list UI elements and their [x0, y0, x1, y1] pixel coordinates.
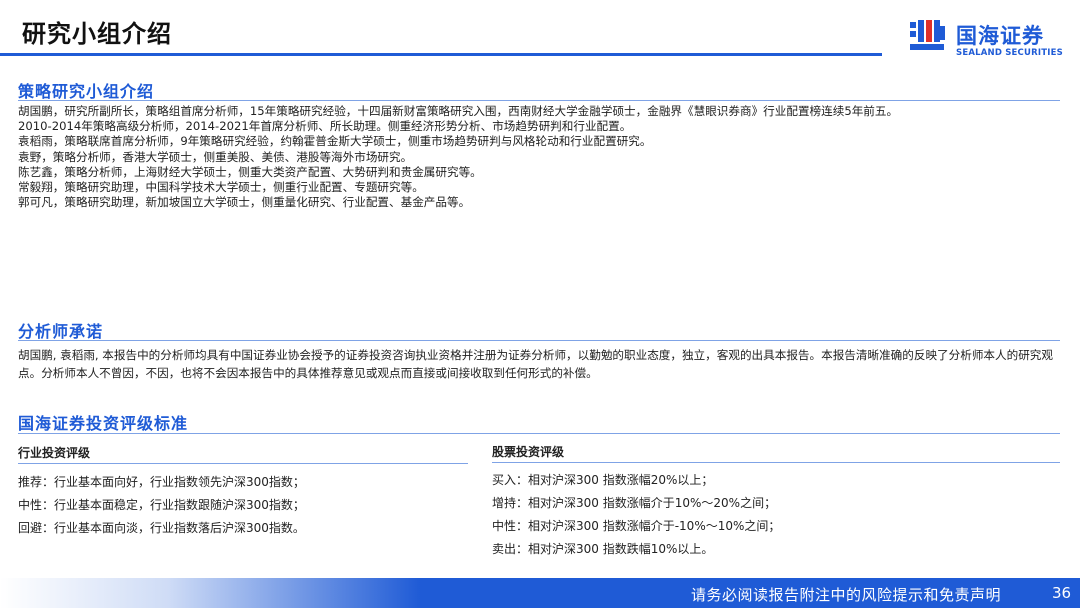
page-title: 研究小组介绍 [22, 20, 172, 48]
team-line: 常毅翔，策略研究助理，中国科学技术大学硕士，侧重行业配置、专题研究等。 [18, 180, 424, 195]
industry-rating-rule [18, 463, 468, 464]
page-header: 研究小组介绍 国海证券 SEALAND SECURITIES [0, 0, 1080, 60]
industry-rating-title: 行业投资评级 [18, 446, 91, 460]
title-underline [0, 53, 882, 56]
footer-disclaimer: 请务必阅读报告附注中的风险提示和免责声明 [691, 586, 1002, 604]
team-line: 袁稻雨，策略联席首席分析师，9年策略研究经验，约翰霍普金斯大学硕士，侧重市场趋势… [18, 134, 652, 149]
stock-rating-rule [492, 462, 1060, 463]
team-line: 2010-2014年策略高级分析师，2014-2021年首席分析师、所长助理。侧… [18, 119, 632, 134]
industry-rating-item: 中性：行业基本面稳定，行业指数跟随沪深300指数； [18, 498, 305, 512]
logo-text-cn: 国海证券 [956, 24, 1044, 48]
team-heading-rule [18, 100, 1060, 101]
team-heading: 策略研究小组介绍 [18, 82, 155, 101]
pledge-heading-rule [18, 340, 1060, 341]
stock-rating-item: 增持：相对沪深300 指数涨幅介于10%～20%之间； [492, 496, 777, 510]
team-intro: 胡国鹏，研究所副所长，策略组首席分析师，15年策略研究经验，十四届新财富策略研究… [18, 104, 1068, 210]
stock-rating-item: 卖出：相对沪深300 指数跌幅10%以上。 [492, 542, 714, 556]
sealand-logo-icon [910, 20, 945, 50]
page-number: 36 [1052, 584, 1072, 602]
rating-heading-rule [18, 433, 1060, 434]
team-line: 郭可凡，策略研究助理，新加坡国立大学硕士，侧重量化研究、行业配置、基金产品等。 [18, 195, 471, 210]
rating-heading: 国海证券投资评级标准 [18, 414, 189, 433]
industry-rating-item: 推荐：行业基本面向好，行业指数领先沪深300指数； [18, 475, 305, 489]
stock-rating-item: 买入：相对沪深300 指数涨幅20%以上； [492, 473, 714, 487]
pledge-text: 胡国鹏, 袁稻雨, 本报告中的分析师均具有中国证券业协会授予的证券投资咨询执业资… [18, 348, 1053, 380]
industry-rating-item: 回避：行业基本面向淡，行业指数落后沪深300指数。 [18, 521, 305, 535]
stock-rating-title: 股票投资评级 [492, 445, 565, 459]
team-line: 胡国鹏，研究所副所长，策略组首席分析师，15年策略研究经验，十四届新财富策略研究… [18, 104, 899, 118]
team-line: 袁野，策略分析师，香港大学硕士，侧重美股、美债、港股等海外市场研究。 [18, 149, 413, 164]
stock-rating-item: 中性：相对沪深300 指数涨幅介于-10%～10%之间； [492, 519, 781, 533]
footer-gradient [0, 578, 420, 608]
logo-text-en: SEALAND SECURITIES [956, 48, 1063, 58]
team-line: 陈艺鑫，策略分析师，上海财经大学硕士，侧重大类资产配置、大势研判和贵金属研究等。 [18, 164, 482, 179]
company-logo: 国海证券 SEALAND SECURITIES [908, 18, 1068, 58]
pledge-heading: 分析师承诺 [18, 322, 104, 341]
page-footer: 请务必阅读报告附注中的风险提示和免责声明 36 [0, 578, 1080, 608]
